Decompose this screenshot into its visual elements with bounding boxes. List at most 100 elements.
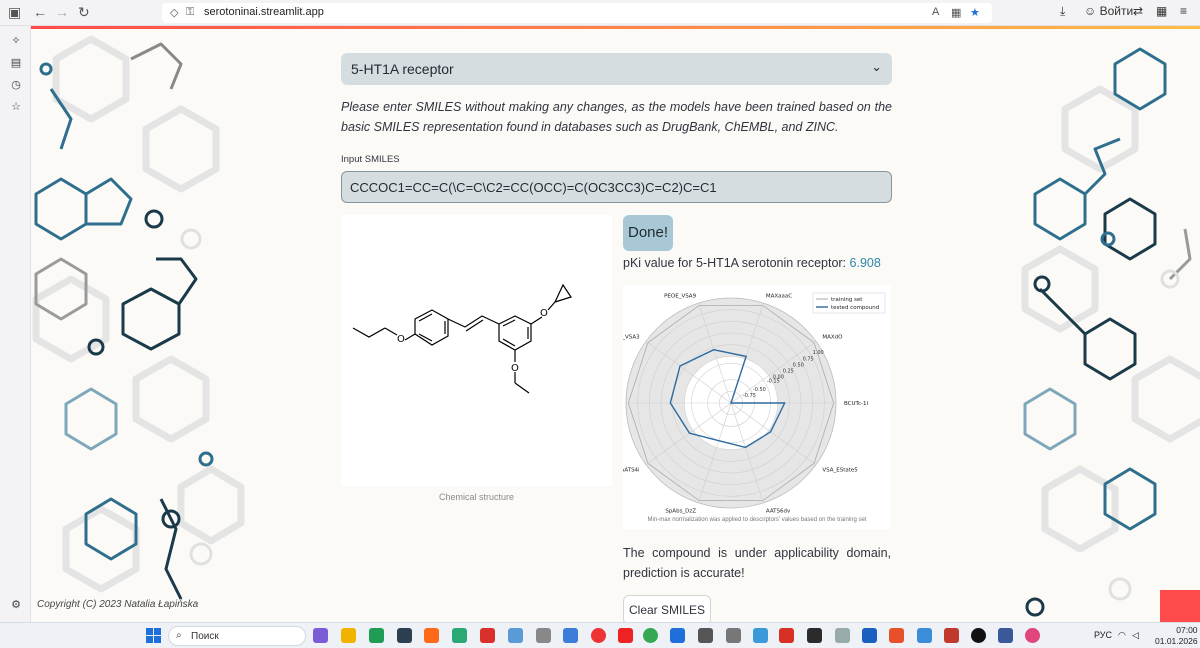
app-icon-17[interactable] bbox=[753, 628, 768, 643]
bookmarks-icon[interactable]: ☆ bbox=[9, 100, 23, 114]
search-icon: ⌕ bbox=[176, 630, 182, 641]
app-icon-25[interactable] bbox=[971, 628, 986, 643]
descriptor-radar-chart: PEOE_VSA9 MAXaaaC MAXdO BCUTc-1l VSA_EState5… bbox=[597, 285, 891, 529]
shield-icon[interactable]: ◇ bbox=[170, 6, 178, 19]
app-icon-6[interactable] bbox=[452, 628, 467, 643]
radar-axis-label: SMR_VSA3 bbox=[623, 335, 640, 341]
streamlit-main: 5-HT1A receptor ⌄ Please enter SMILES wi… bbox=[31, 29, 1020, 625]
radar-tick-label: 0.75 bbox=[803, 356, 814, 362]
browser-toolbar: ▣ ← → ↻ ◇ ⚿ serotoninai.streamlit.app A … bbox=[0, 0, 1200, 26]
app-icon-7[interactable] bbox=[480, 628, 495, 643]
reload-icon[interactable]: ↻ bbox=[78, 4, 90, 21]
pki-result: pKi value for 5-HT1A serotonin receptor:… bbox=[623, 256, 881, 270]
molecule-background-right bbox=[1021, 47, 1200, 617]
radar-axis-label: AATS6dv bbox=[766, 508, 791, 514]
word-app-icon[interactable] bbox=[862, 628, 877, 643]
smiles-input[interactable] bbox=[341, 171, 892, 203]
menu-icon[interactable]: ≡ bbox=[1180, 4, 1187, 18]
translate-icon[interactable]: A bbox=[932, 6, 939, 18]
wifi-icon[interactable]: ◠ bbox=[1118, 630, 1126, 641]
smiles-input-label: Input SMILES bbox=[341, 154, 400, 165]
defender-app-icon[interactable] bbox=[670, 628, 685, 643]
radar-axis-label: BCUTc-1l bbox=[844, 401, 868, 407]
clear-smiles-button[interactable]: Clear SMILES bbox=[623, 595, 711, 625]
app-icon-19[interactable] bbox=[807, 628, 822, 643]
app-icon-10[interactable] bbox=[563, 628, 578, 643]
back-icon[interactable]: ← bbox=[33, 4, 47, 20]
app-icon-26[interactable] bbox=[998, 628, 1013, 643]
receptor-select[interactable]: 5-HT1A receptor ⌄ bbox=[341, 53, 892, 85]
legend-training-label: training set bbox=[831, 297, 863, 303]
windows-taskbar: ⌕ Поиск РУС ◠ ◁ 07:00 01.01.2026 bbox=[0, 622, 1200, 648]
done-status: Done! bbox=[623, 215, 673, 251]
extensions-grid-icon[interactable]: ▦ bbox=[951, 6, 961, 19]
file-explorer-icon[interactable] bbox=[341, 628, 356, 643]
legend-tested-label: tested compound bbox=[831, 305, 879, 311]
radar-tick-label: 1.00 bbox=[813, 350, 824, 356]
radar-tick-label: 0.25 bbox=[783, 369, 794, 375]
edge-browser-icon[interactable] bbox=[369, 628, 384, 643]
smiles-instruction: Please enter SMILES without making any c… bbox=[341, 100, 892, 134]
radar-svg: PEOE_VSA9 MAXaaaC MAXdO BCUTc-1l VSA_EState5… bbox=[597, 292, 886, 514]
radar-tick-label: 0.00 bbox=[773, 375, 784, 381]
receptor-select-value: 5-HT1A receptor bbox=[351, 61, 454, 77]
firefox-app-icon[interactable] bbox=[424, 628, 439, 643]
apps-grid-icon[interactable]: ▦ bbox=[1156, 4, 1167, 18]
signin-button[interactable]: ☺ Войти bbox=[1084, 4, 1133, 18]
settings-gear-icon[interactable]: ⚙ bbox=[9, 598, 23, 612]
address-bar[interactable]: ◇ ⚿ serotoninai.streamlit.app A ▦ ★ bbox=[162, 3, 992, 23]
taskbar-search[interactable]: ⌕ Поиск bbox=[168, 626, 306, 646]
bookmark-star-icon[interactable]: ★ bbox=[970, 6, 980, 19]
oxygen-label-2: O bbox=[540, 308, 548, 319]
molecule-drawing: O O O bbox=[352, 283, 572, 394]
windows-start-icon[interactable] bbox=[146, 628, 161, 643]
url-text: serotoninai.streamlit.app bbox=[204, 6, 324, 18]
app-icon-22[interactable] bbox=[889, 628, 904, 643]
chrome-app-icon[interactable] bbox=[643, 628, 658, 643]
store-app-icon[interactable] bbox=[397, 628, 412, 643]
app-icon-8[interactable] bbox=[508, 628, 523, 643]
opera-app-icon[interactable] bbox=[591, 628, 606, 643]
app-icon-20[interactable] bbox=[835, 628, 850, 643]
system-clock[interactable]: 07:00 01.01.2026 bbox=[1155, 625, 1198, 647]
reader-icon[interactable]: ▤ bbox=[9, 56, 23, 70]
pki-value: 6.908 bbox=[849, 256, 881, 270]
radar-axis-label: PEOE_VSA9 bbox=[664, 294, 696, 300]
app-icon-24[interactable] bbox=[944, 628, 959, 643]
clock-time: 07:00 bbox=[1176, 625, 1198, 635]
ai-sparkle-icon[interactable]: ✧ bbox=[9, 34, 23, 48]
youtube-app-icon[interactable] bbox=[618, 628, 633, 643]
radar-normalization-note: Min-max normalization was applied to des… bbox=[647, 517, 867, 523]
volume-icon[interactable]: ◁ bbox=[1132, 630, 1139, 641]
chevron-down-icon: ⌄ bbox=[871, 59, 882, 74]
clock-date: 01.01.2026 bbox=[1155, 636, 1198, 646]
radar-tick-label: -0.75 bbox=[743, 393, 756, 399]
radar-tick-label: -0.50 bbox=[753, 387, 766, 393]
forward-icon[interactable]: → bbox=[55, 4, 69, 20]
app-icon-16[interactable] bbox=[726, 628, 741, 643]
account-icon: ☺ bbox=[1084, 4, 1097, 18]
pdf-app-icon[interactable] bbox=[779, 628, 794, 643]
tab-overview-icon[interactable]: ▣ bbox=[8, 4, 21, 21]
radar-axis-label: SpAbs_DzZ bbox=[665, 508, 696, 514]
browser-sidebar: ✧ ▤ ◷ ☆ ⚙ bbox=[0, 26, 31, 622]
radar-axis-label: AATS4i bbox=[623, 467, 640, 473]
copilot-app-icon[interactable] bbox=[313, 628, 328, 643]
pki-label: pKi value for 5-HT1A serotonin receptor: bbox=[623, 256, 847, 270]
taskbar-search-placeholder: Поиск bbox=[191, 631, 219, 642]
download-icon[interactable]: ⤓ bbox=[1060, 4, 1065, 19]
language-indicator[interactable]: РУС bbox=[1094, 630, 1112, 640]
settings-app-icon[interactable] bbox=[698, 628, 713, 643]
chemical-structure-image: O O O bbox=[341, 215, 612, 486]
app-icon-9[interactable] bbox=[536, 628, 551, 643]
streamlit-app-badge[interactable] bbox=[1160, 590, 1200, 622]
history-icon[interactable]: ◷ bbox=[9, 78, 23, 92]
lock-icon[interactable]: ⚿ bbox=[186, 6, 194, 19]
applicability-domain-message: The compound is under applicability doma… bbox=[623, 546, 891, 580]
app-icon-27[interactable] bbox=[1025, 628, 1040, 643]
sync-icon[interactable]: ⇄ bbox=[1133, 4, 1143, 18]
structure-caption: Chemical structure bbox=[438, 492, 515, 502]
oxygen-label-3: O bbox=[511, 363, 519, 374]
app-icon-23[interactable] bbox=[917, 628, 932, 643]
radar-axis-label: MAXdO bbox=[822, 335, 843, 341]
